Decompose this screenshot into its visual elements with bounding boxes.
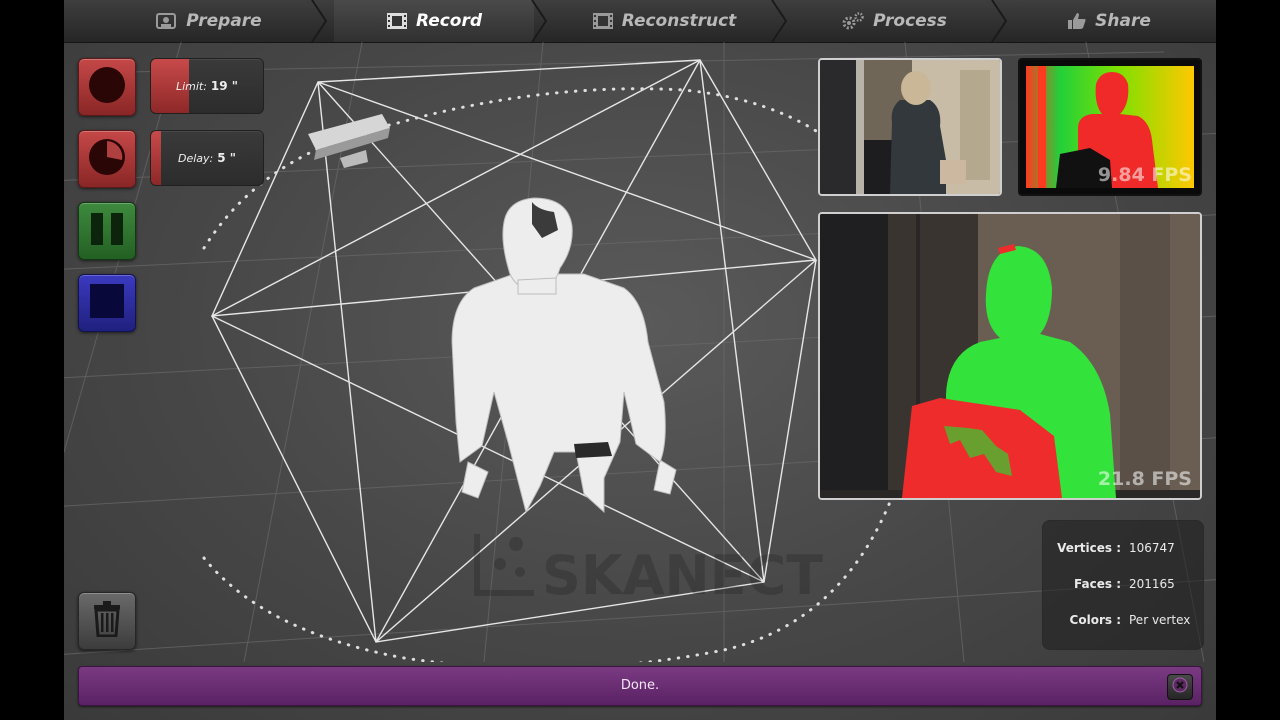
faces-value: 201165	[1129, 577, 1175, 591]
scanned-mesh	[451, 197, 677, 514]
vertices-row: Vertices : 106747	[1043, 541, 1203, 561]
delay-slider[interactable]: Delay: 5 "	[150, 130, 264, 186]
overlay-preview-image	[820, 214, 1200, 498]
colors-value: Per vertex	[1129, 613, 1191, 627]
tab-separator	[311, 0, 328, 42]
stop-button[interactable]	[78, 274, 136, 332]
limit-slider[interactable]: Limit: 19 "	[150, 58, 264, 114]
watermark-text: SKANECT	[542, 544, 823, 607]
faces-row: Faces : 201165	[1043, 577, 1203, 597]
close-icon	[1172, 677, 1188, 697]
workflow-tabs: Prepare Record Reconstruct Process Share	[64, 0, 1216, 43]
stop-icon	[88, 282, 126, 324]
tab-label: Prepare	[186, 11, 262, 31]
vertices-label: Vertices :	[1057, 541, 1121, 555]
tab-separator	[991, 0, 1008, 42]
depth-camera-preview[interactable]: 9.84 FPS	[1018, 58, 1202, 196]
tab-record[interactable]: Record	[334, 0, 534, 42]
delay-label: Delay:	[177, 151, 214, 165]
mesh-stats-panel: Vertices : 106747 Faces : 201165 Colors …	[1042, 520, 1204, 650]
tab-process[interactable]: Process	[794, 0, 994, 42]
trash-icon	[92, 601, 122, 641]
skanect-watermark: SKANECT	[474, 534, 823, 607]
delay-button[interactable]	[78, 130, 136, 188]
rgb-preview-image	[820, 60, 1000, 194]
limit-label: Limit:	[175, 79, 207, 93]
tab-label: Share	[1095, 11, 1151, 31]
tab-separator	[771, 0, 788, 42]
colors-label: Colors :	[1069, 613, 1121, 627]
delay-value: 5 "	[217, 151, 237, 165]
faces-label: Faces :	[1074, 577, 1121, 591]
mesh-hole	[574, 442, 612, 458]
rgb-camera-preview[interactable]	[818, 58, 1002, 196]
reset-button[interactable]	[78, 592, 136, 650]
prepare-icon	[156, 12, 178, 30]
pause-button[interactable]	[78, 202, 136, 260]
limit-value: 19 "	[210, 79, 239, 93]
record-icon	[87, 65, 127, 109]
pause-icon	[88, 210, 126, 252]
timer-icon	[87, 137, 127, 181]
depth-overlay-preview[interactable]: 21.8 FPS	[818, 212, 1202, 500]
skanect-window: Prepare Record Reconstruct Process Share	[64, 0, 1216, 720]
record-button[interactable]	[78, 58, 136, 116]
tab-share[interactable]: Share	[1014, 0, 1204, 42]
status-message: Done.	[620, 678, 660, 693]
status-bar: Done.	[78, 666, 1202, 706]
gears-icon	[841, 11, 865, 31]
tab-prepare[interactable]: Prepare	[104, 0, 314, 42]
film-icon	[592, 12, 614, 30]
close-status-button[interactable]	[1167, 674, 1193, 700]
depth-fps: 9.84 FPS	[1097, 164, 1192, 186]
tab-reconstruct[interactable]: Reconstruct	[554, 0, 774, 42]
vertices-value: 106747	[1129, 541, 1175, 555]
sensor-model	[308, 114, 390, 168]
tab-separator	[531, 0, 548, 42]
thumbs-up-icon	[1067, 12, 1087, 30]
film-icon	[386, 12, 408, 30]
tab-label: Process	[873, 11, 947, 31]
tab-label: Record	[415, 11, 483, 31]
tab-label: Reconstruct	[621, 11, 737, 31]
overlay-fps: 21.8 FPS	[1097, 468, 1192, 490]
colors-row: Colors : Per vertex	[1043, 613, 1203, 633]
